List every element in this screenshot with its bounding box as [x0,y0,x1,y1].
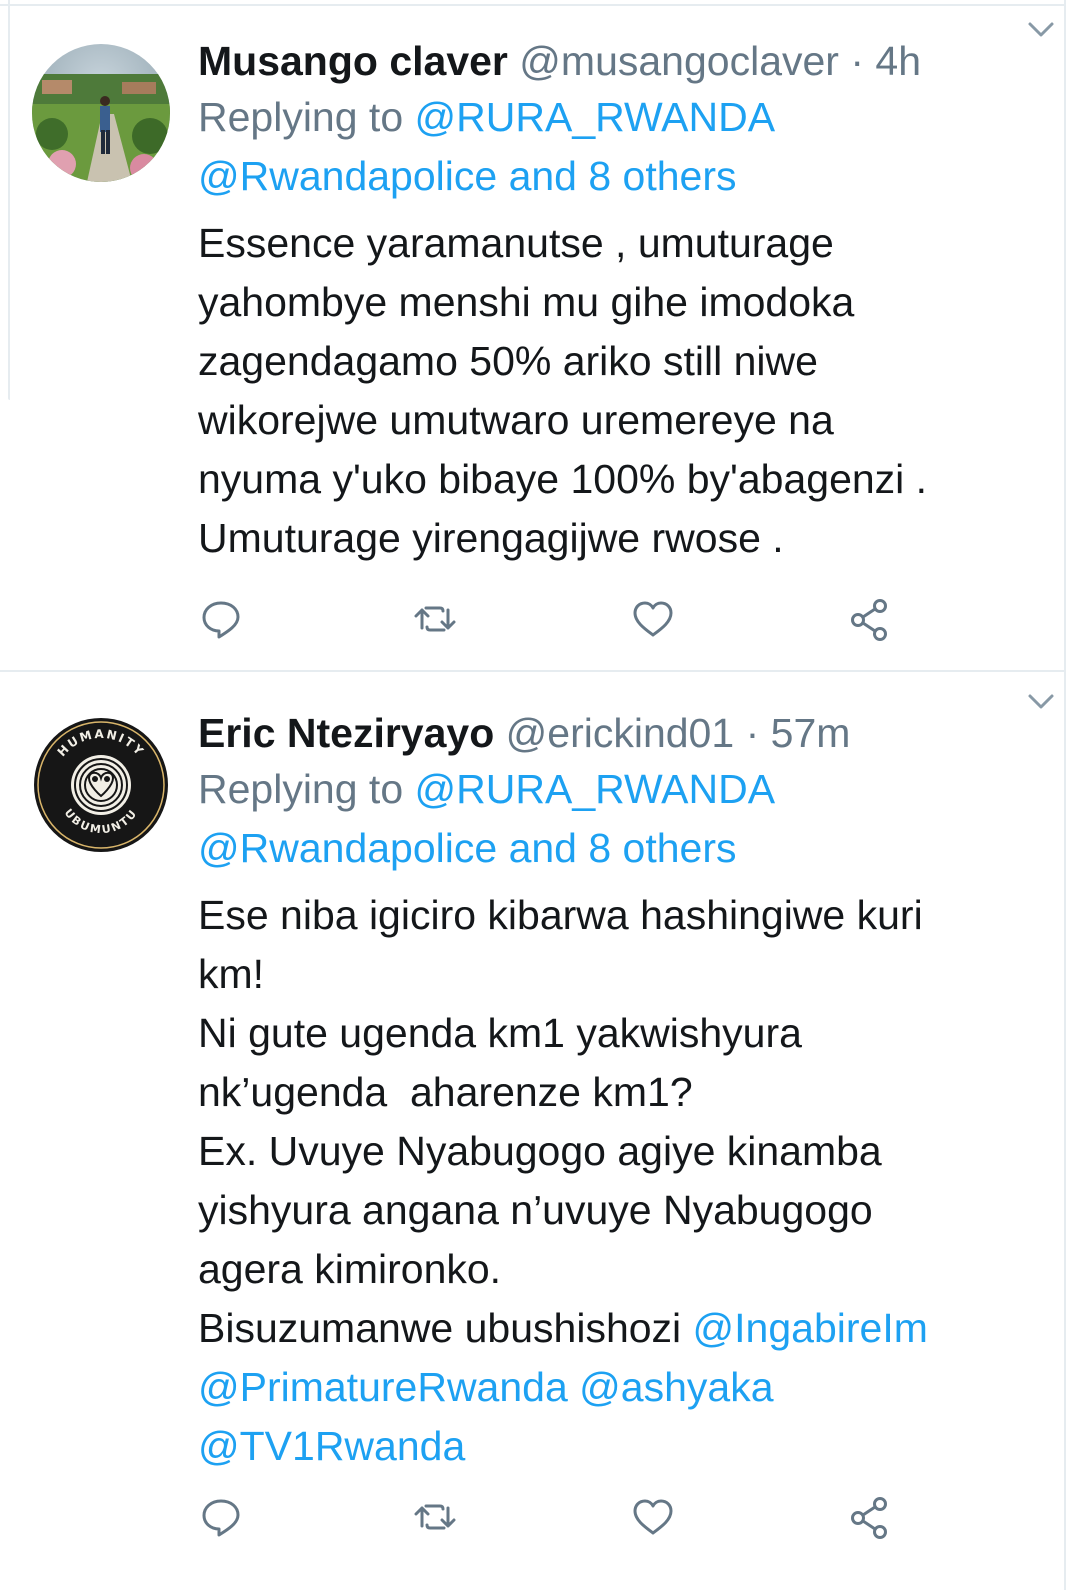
separator-dot: · [850,38,865,84]
tweet-eric[interactable]: HUMANITY UBUMUNTU Eric Nteziryayo @erick… [0,672,1064,1590]
chevron-down-icon[interactable] [1024,686,1058,716]
replying-prefix: Replying to [198,94,404,140]
like-icon[interactable] [630,1494,680,1544]
body-mention-primature[interactable]: @PrimatureRwanda [198,1364,568,1410]
replying-to: Replying to @RURA_RWANDA [198,88,1034,147]
tweet-text: Ese niba igiciro kibarwa hashingiwe kuri… [198,886,1034,1476]
reply-icon[interactable] [198,1494,248,1544]
mention-link[interactable]: @RURA_RWANDA [415,766,776,812]
replying-to: Replying to @RURA_RWANDA [198,760,1034,819]
tweet-musango[interactable]: Musango claver @musangoclaver · 4h Reply… [0,0,1064,670]
retweet-icon[interactable] [412,1494,462,1544]
replying-to-more: @Rwandapolice and 8 others [198,147,1034,206]
avatar[interactable]: HUMANITY UBUMUNTU [32,716,170,854]
tweet-header: Musango claver @musangoclaver · 4h [198,34,1034,88]
share-icon[interactable] [846,1494,896,1544]
tweet-content: Eric Nteziryayo @erickind01 · 57m Replyi… [198,706,1034,1476]
tweet-content: Musango claver @musangoclaver · 4h Reply… [198,34,1034,568]
tweet-actions [198,1494,898,1544]
like-icon[interactable] [630,596,680,646]
retweet-icon[interactable] [412,596,462,646]
body-mention-tv1[interactable]: @TV1Rwanda [198,1423,465,1469]
mention-link[interactable]: @RURA_RWANDA [415,94,776,140]
reply-icon[interactable] [198,596,248,646]
timestamp[interactable]: 4h [875,38,921,84]
author-name[interactable]: Eric Nteziryayo [198,710,494,756]
author-name[interactable]: Musango claver [198,38,508,84]
body-mention-ingabire[interactable]: @IngabireIm [693,1305,928,1351]
author-handle[interactable]: @erickind01 [506,710,735,756]
avatar-photo [32,44,170,182]
replying-to-more: @Rwandapolice and 8 others [198,819,1034,878]
tweet-text-body: Ese niba igiciro kibarwa hashingiwe kuri… [198,892,923,1351]
separator-dot: · [745,710,760,756]
tweet-header: Eric Nteziryayo @erickind01 · 57m [198,706,1034,760]
timestamp[interactable]: 57m [771,710,851,756]
tweet-text: Essence yaramanutse , umuturage yahombye… [198,220,928,561]
chevron-down-icon[interactable] [1024,14,1058,44]
humanity-logo-icon: HUMANITY UBUMUNTU [32,716,170,854]
right-border [1064,0,1066,1590]
avatar[interactable] [32,44,170,182]
tweet-actions [198,596,898,646]
share-icon[interactable] [846,596,896,646]
author-handle[interactable]: @musangoclaver [519,38,839,84]
mention-others-link[interactable]: @Rwandapolice and 8 others [198,153,737,199]
body-mention-ashyaka[interactable]: @ashyaka [579,1364,773,1410]
mention-others-link[interactable]: @Rwandapolice and 8 others [198,825,737,871]
replying-prefix: Replying to [198,766,404,812]
